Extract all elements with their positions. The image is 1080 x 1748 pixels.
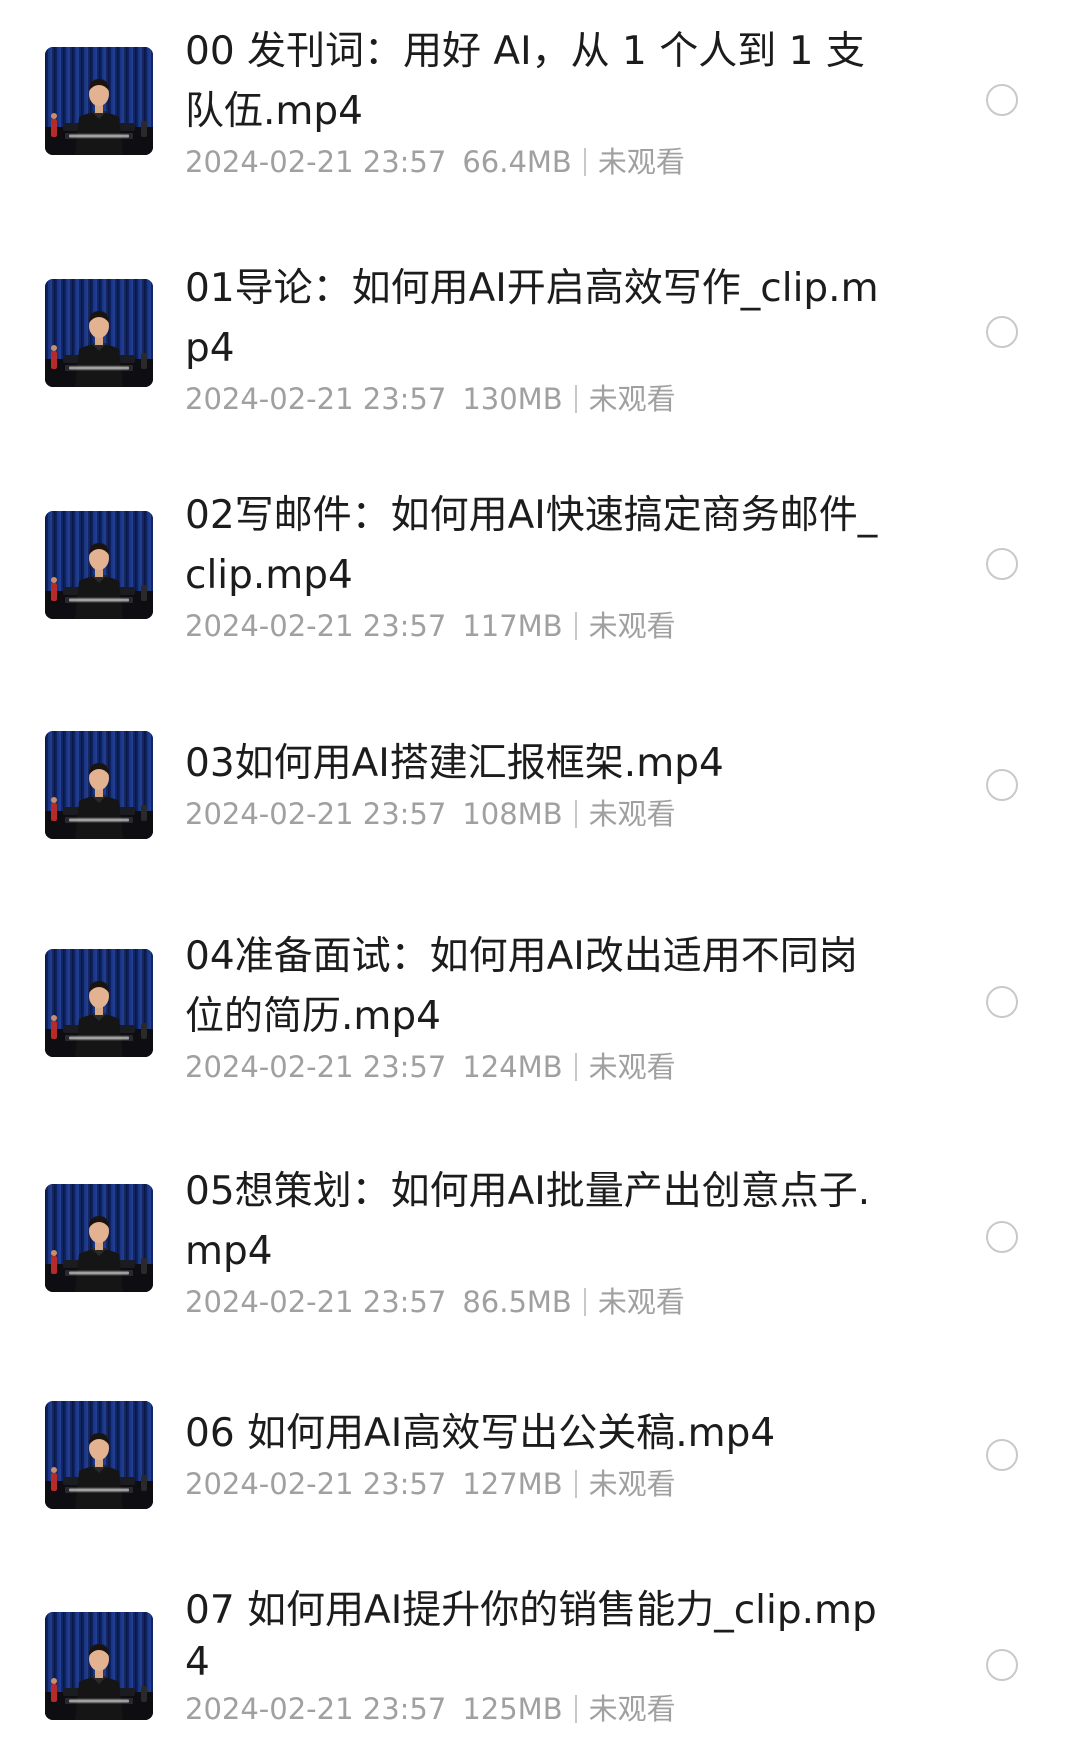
file-size: 117MB (462, 609, 563, 643)
video-thumbnail[interactable] (45, 47, 153, 155)
file-title: 05想策划：如何用AI批量产出创意点子.mp4 (185, 1169, 871, 1274)
watch-status: 未观看 (597, 145, 685, 179)
watch-status: 未观看 (588, 609, 676, 643)
watch-status: 未观看 (588, 1467, 676, 1501)
file-date: 2024-02-21 23:57 (185, 1692, 447, 1726)
select-radio[interactable] (986, 1439, 1018, 1471)
list-item[interactable]: 02写邮件：如何用AI快速搞定商务邮件_clip.mp4 2024-02-21 … (0, 435, 1080, 670)
watch-status: 未观看 (588, 797, 676, 831)
meta-divider (574, 1470, 577, 1498)
file-meta: 2024-02-21 23:57 86.5MB 未观看 (185, 1282, 890, 1322)
meta-divider (583, 1288, 586, 1316)
select-radio[interactable] (986, 548, 1018, 580)
file-date: 2024-02-21 23:57 (185, 145, 447, 179)
list-item[interactable]: 03如何用AI搭建汇报框架.mp4 2024-02-21 23:57 108MB 未… (0, 670, 1080, 890)
file-meta: 2024-02-21 23:57 124MB 未观看 (185, 1047, 890, 1087)
file-date: 2024-02-21 23:57 (185, 1285, 447, 1319)
meta-divider (574, 612, 577, 640)
list-item[interactable]: 00 发刊词：用好 AI，从 1 个人到 1 支队伍.mp4 2024-02-2… (0, 0, 1080, 200)
video-file-list: 00 发刊词：用好 AI，从 1 个人到 1 支队伍.mp4 2024-02-2… (0, 0, 1080, 1748)
file-title: 01导论：如何用AI开启高效写作_clip.mp4 (185, 266, 879, 371)
watch-status: 未观看 (597, 1285, 685, 1319)
file-size: 130MB (462, 382, 563, 416)
list-item[interactable]: 05想策划：如何用AI批量产出创意点子.mp4 2024-02-21 23:57… (0, 1125, 1080, 1360)
select-radio[interactable] (986, 84, 1018, 116)
file-date: 2024-02-21 23:57 (185, 1050, 447, 1084)
list-item[interactable]: 01导论：如何用AI开启高效写作_clip.mp4 2024-02-21 23:… (0, 200, 1080, 435)
file-size: 66.4MB (462, 145, 572, 179)
select-radio[interactable] (986, 1221, 1018, 1253)
file-date: 2024-02-21 23:57 (185, 609, 447, 643)
file-meta: 2024-02-21 23:57 66.4MB 未观看 (185, 142, 890, 182)
meta-divider (574, 1695, 577, 1723)
file-title: 03如何用AI搭建汇报框架.mp4 (185, 741, 724, 786)
watch-status: 未观看 (588, 382, 676, 416)
file-title: 06 如何用AI高效写出公关稿.mp4 (185, 1411, 776, 1456)
video-thumbnail[interactable] (45, 279, 153, 387)
file-size: 108MB (462, 797, 563, 831)
file-size: 124MB (462, 1050, 563, 1084)
meta-divider (583, 148, 586, 176)
file-size: 125MB (462, 1692, 563, 1726)
video-thumbnail[interactable] (45, 731, 153, 839)
select-radio[interactable] (986, 1649, 1018, 1681)
file-size: 127MB (462, 1467, 563, 1501)
meta-divider (574, 800, 577, 828)
select-radio[interactable] (986, 316, 1018, 348)
watch-status: 未观看 (588, 1692, 676, 1726)
file-meta: 2024-02-21 23:57 125MB 未观看 (185, 1689, 890, 1729)
meta-divider (574, 385, 577, 413)
video-thumbnail[interactable] (45, 511, 153, 619)
file-title: 04准备面试：如何用AI改出适用不同岗位的简历.mp4 (185, 934, 858, 1039)
file-date: 2024-02-21 23:57 (185, 1467, 447, 1501)
video-thumbnail[interactable] (45, 949, 153, 1057)
file-meta: 2024-02-21 23:57 130MB 未观看 (185, 379, 890, 419)
file-meta: 2024-02-21 23:57 117MB 未观看 (185, 606, 890, 646)
file-size: 86.5MB (462, 1285, 572, 1319)
meta-divider (574, 1053, 577, 1081)
video-thumbnail[interactable] (45, 1401, 153, 1509)
file-title: 02写邮件：如何用AI快速搞定商务邮件_clip.mp4 (185, 493, 878, 598)
file-title: 00 发刊词：用好 AI，从 1 个人到 1 支队伍.mp4 (185, 29, 865, 134)
file-meta: 2024-02-21 23:57 127MB 未观看 (185, 1464, 890, 1504)
select-radio[interactable] (986, 986, 1018, 1018)
video-thumbnail[interactable] (45, 1612, 153, 1720)
list-item[interactable]: 04准备面试：如何用AI改出适用不同岗位的简历.mp4 2024-02-21 2… (0, 890, 1080, 1125)
list-item[interactable]: 06 如何用AI高效写出公关稿.mp4 2024-02-21 23:57 127M… (0, 1360, 1080, 1580)
file-date: 2024-02-21 23:57 (185, 382, 447, 416)
watch-status: 未观看 (588, 1050, 676, 1084)
select-radio[interactable] (986, 769, 1018, 801)
file-date: 2024-02-21 23:57 (185, 797, 447, 831)
file-title: 07 如何用AI提升你的销售能力_clip.mp4 (185, 1588, 877, 1685)
file-meta: 2024-02-21 23:57 108MB 未观看 (185, 794, 890, 834)
list-item[interactable]: 07 如何用AI提升你的销售能力_clip.mp4 2024-02-21 23:… (0, 1580, 1080, 1748)
video-thumbnail[interactable] (45, 1184, 153, 1292)
